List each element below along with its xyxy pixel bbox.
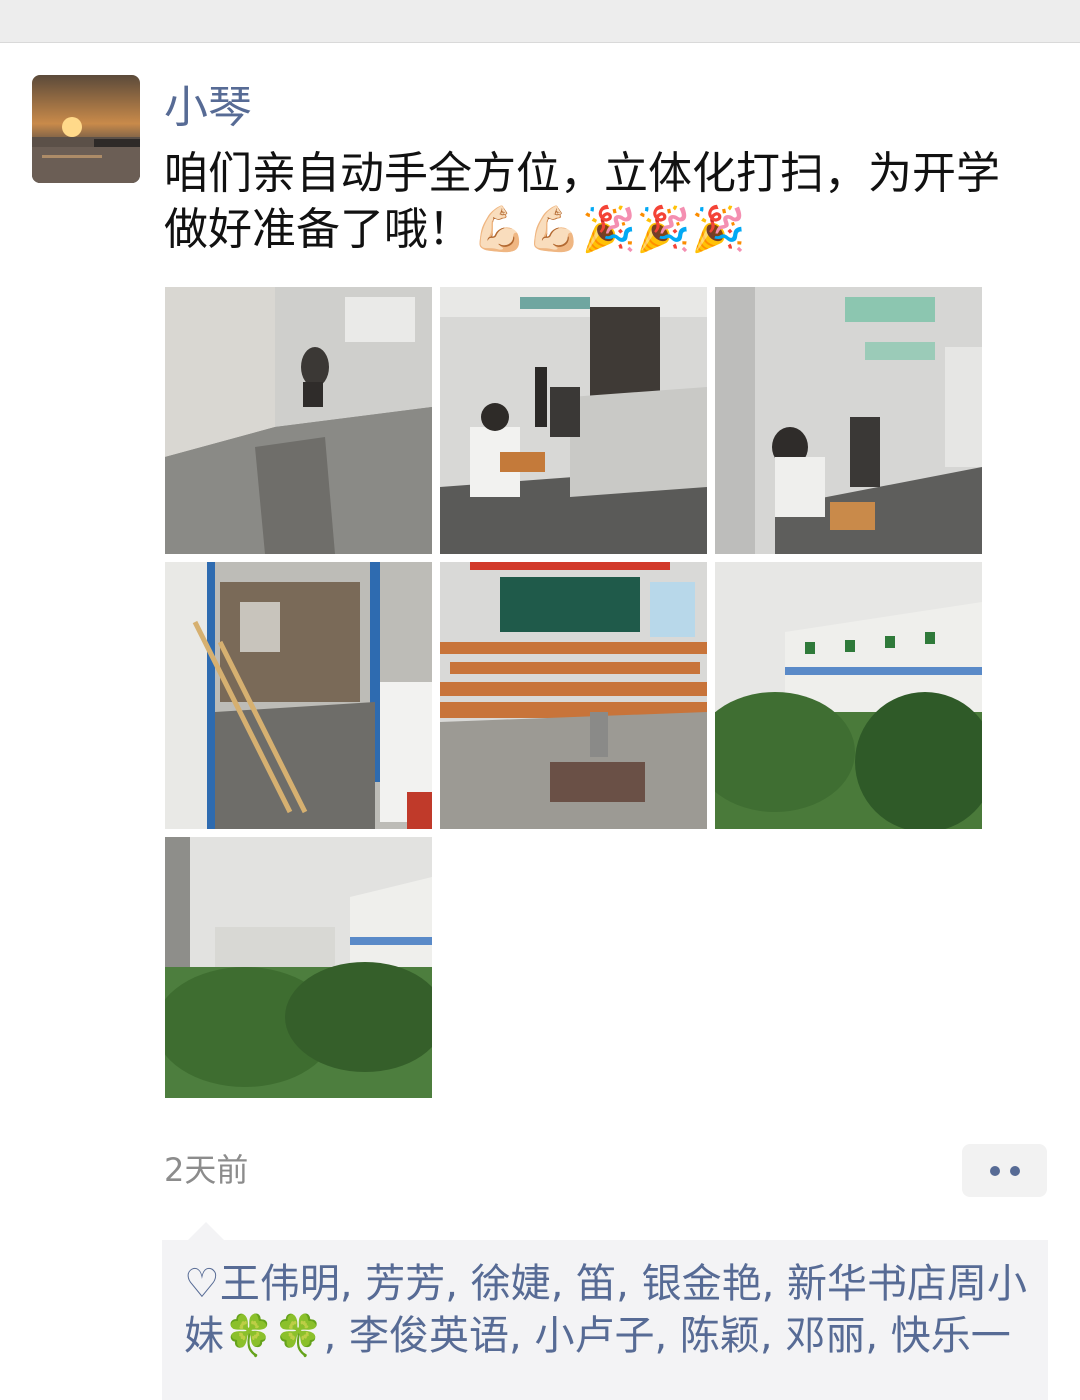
photo-trees-view[interactable] (165, 837, 432, 1098)
more-actions-button[interactable] (962, 1144, 1047, 1197)
photo-corridor-sweeping[interactable] (440, 287, 707, 554)
likes-names[interactable]: 王伟明, 芳芳, 徐婕, 笛, 银金艳, 新华书店周小妹🍀🍀, 李俊英语, 小卢… (184, 1261, 1027, 1359)
photo-grid (165, 287, 982, 1098)
post-text: 咱们亲自动手全方位，立体化打扫，为开学做好准备了哦！💪🏻💪🏻🎉🎉🎉 (164, 148, 1000, 255)
avatar[interactable] (32, 75, 140, 183)
post-time: 2天前 (164, 1151, 249, 1189)
photo-classroom-brooms[interactable] (165, 562, 432, 829)
photo-hallway-mopping[interactable] (165, 287, 432, 554)
photo-school-building[interactable] (715, 562, 982, 829)
top-bar (0, 0, 1080, 43)
dot-icon (989, 1165, 1000, 1176)
photo-corridor-cleaning[interactable] (715, 287, 982, 554)
username-link[interactable]: 小琴 (164, 80, 252, 136)
heart-icon: ♡ (184, 1261, 220, 1307)
dot-icon (1009, 1165, 1020, 1176)
likes-list: ♡王伟明, 芳芳, 徐婕, 笛, 银金艳, 新华书店周小妹🍀🍀, 李俊英语, 小… (184, 1258, 1034, 1362)
likes-pointer (188, 1222, 224, 1240)
photo-classroom-desks[interactable] (440, 562, 707, 829)
